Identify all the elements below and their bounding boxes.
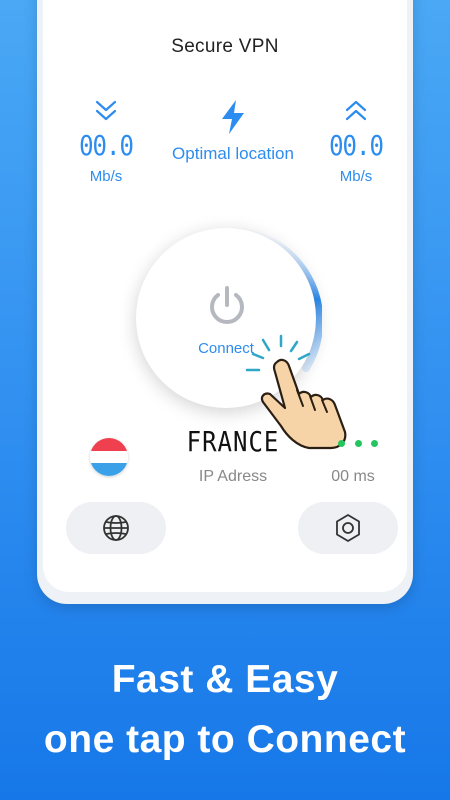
download-stat: 00.0 Mb/s (66, 98, 146, 185)
download-unit: Mb/s (89, 168, 123, 185)
servers-button[interactable] (66, 502, 166, 554)
lightning-bolt-icon (143, 100, 323, 136)
optimal-location[interactable]: Optimal location (143, 100, 323, 164)
phone-frame: Secure VPN 00.0 Mb/s Optimal location 00… (37, 0, 413, 604)
app-title: Secure VPN (171, 36, 279, 57)
settings-button[interactable] (298, 502, 398, 554)
upload-speed: 00.0 (329, 129, 384, 163)
power-icon[interactable] (204, 283, 250, 329)
signal-dots-icon (338, 438, 378, 448)
chevrons-up-icon (316, 98, 396, 126)
app-screen: Secure VPN 00.0 Mb/s Optimal location 00… (43, 0, 407, 592)
upload-unit: Mb/s (339, 168, 373, 185)
ping-value: 00 ms (331, 468, 375, 485)
globe-icon (103, 515, 129, 541)
ip-address-label: IP Adress (198, 468, 268, 485)
chevrons-down-icon (66, 98, 146, 126)
optimal-location-label: Optimal location (172, 144, 294, 163)
luxembourg-flag-icon[interactable] (90, 438, 128, 476)
upload-stat: 00.0 Mb/s (316, 98, 396, 185)
download-speed: 00.0 (79, 129, 134, 163)
promo-subheadline: one tap to Connect (43, 718, 407, 761)
promo-headline: Fast & Easy (111, 658, 339, 701)
settings-hexagon-icon (336, 514, 360, 542)
server-country[interactable]: FRANCE (173, 426, 293, 458)
